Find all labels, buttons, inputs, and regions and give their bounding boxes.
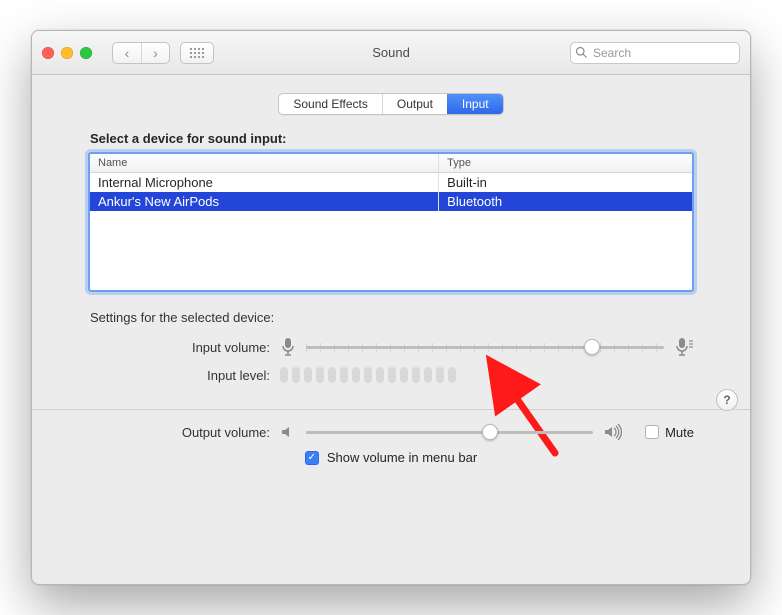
level-segment [364,367,372,383]
back-button[interactable]: ‹ [113,43,141,63]
level-segment [280,367,288,383]
close-window-button[interactable] [42,47,54,59]
device-row[interactable]: Ankur's New AirPods Bluetooth [90,192,692,211]
level-segment [448,367,456,383]
mute-label: Mute [665,425,694,440]
chevron-left-icon: ‹ [125,46,130,60]
show-volume-menubar-checkbox[interactable] [305,451,319,465]
level-segment [412,367,420,383]
titlebar: ‹ › Sound [32,31,750,75]
level-segment [292,367,300,383]
input-level-meter [280,367,456,383]
level-segment [328,367,336,383]
input-volume-row: Input volume: [88,337,694,357]
level-segment [340,367,348,383]
level-segment [388,367,396,383]
slider-thumb[interactable] [482,424,498,440]
chevron-right-icon: › [153,46,158,60]
window-title: Sound [372,45,410,60]
level-segment [352,367,360,383]
window-controls [42,47,92,59]
separator [32,409,750,410]
input-device-heading: Select a device for sound input: [90,131,694,146]
zoom-window-button[interactable] [80,47,92,59]
input-level-row: Input level: [88,367,694,383]
column-header-name[interactable]: Name [90,154,439,172]
show-volume-menubar-label: Show volume in menu bar [327,450,477,465]
microphone-low-icon [280,337,296,357]
level-segment [400,367,408,383]
show-volume-menubar-row[interactable]: Show volume in menu bar [88,450,694,465]
speaker-low-icon [280,424,296,440]
device-row[interactable]: Internal Microphone Built-in [90,173,692,192]
level-segment [424,367,432,383]
output-volume-row: Output volume: Mute [88,424,694,440]
input-volume-label: Input volume: [88,340,280,355]
grid-icon [189,47,205,59]
speaker-high-icon [603,424,625,440]
selected-device-settings-heading: Settings for the selected device: [90,310,694,325]
search-input[interactable] [570,42,740,64]
list-header: Name Type [90,154,692,173]
device-type: Built-in [439,173,692,192]
tabs-row: Sound Effects Output Input [32,75,750,129]
mute-checkbox[interactable] [645,425,659,439]
minimize-window-button[interactable] [61,47,73,59]
input-volume-slider[interactable] [306,346,664,349]
input-level-label: Input level: [88,368,280,383]
slider-thumb[interactable] [584,339,600,355]
device-name: Internal Microphone [90,173,439,192]
level-segment [376,367,384,383]
sound-tabs: Sound Effects Output Input [278,93,503,115]
level-segment [316,367,324,383]
help-button[interactable]: ? [716,389,738,411]
search-icon [575,46,587,61]
show-all-button[interactable] [180,42,214,64]
forward-button[interactable]: › [141,43,169,63]
mute-control[interactable]: Mute [645,425,694,440]
preferences-window: ‹ › Sound Sound Effects Output Input Sel… [31,30,751,585]
content-area: Select a device for sound input: Name Ty… [32,129,750,584]
output-volume-label: Output volume: [88,425,280,440]
level-segment [436,367,444,383]
tab-output[interactable]: Output [382,94,447,114]
output-volume-slider[interactable] [306,431,593,434]
input-device-list[interactable]: Name Type Internal Microphone Built-in A… [88,152,694,292]
nav-back-forward: ‹ › [112,42,170,64]
column-header-type[interactable]: Type [439,154,692,172]
microphone-high-icon [674,337,694,357]
level-segment [304,367,312,383]
device-name: Ankur's New AirPods [90,192,439,211]
device-type: Bluetooth [439,192,692,211]
tab-input[interactable]: Input [447,94,503,114]
tab-sound-effects[interactable]: Sound Effects [279,94,382,114]
